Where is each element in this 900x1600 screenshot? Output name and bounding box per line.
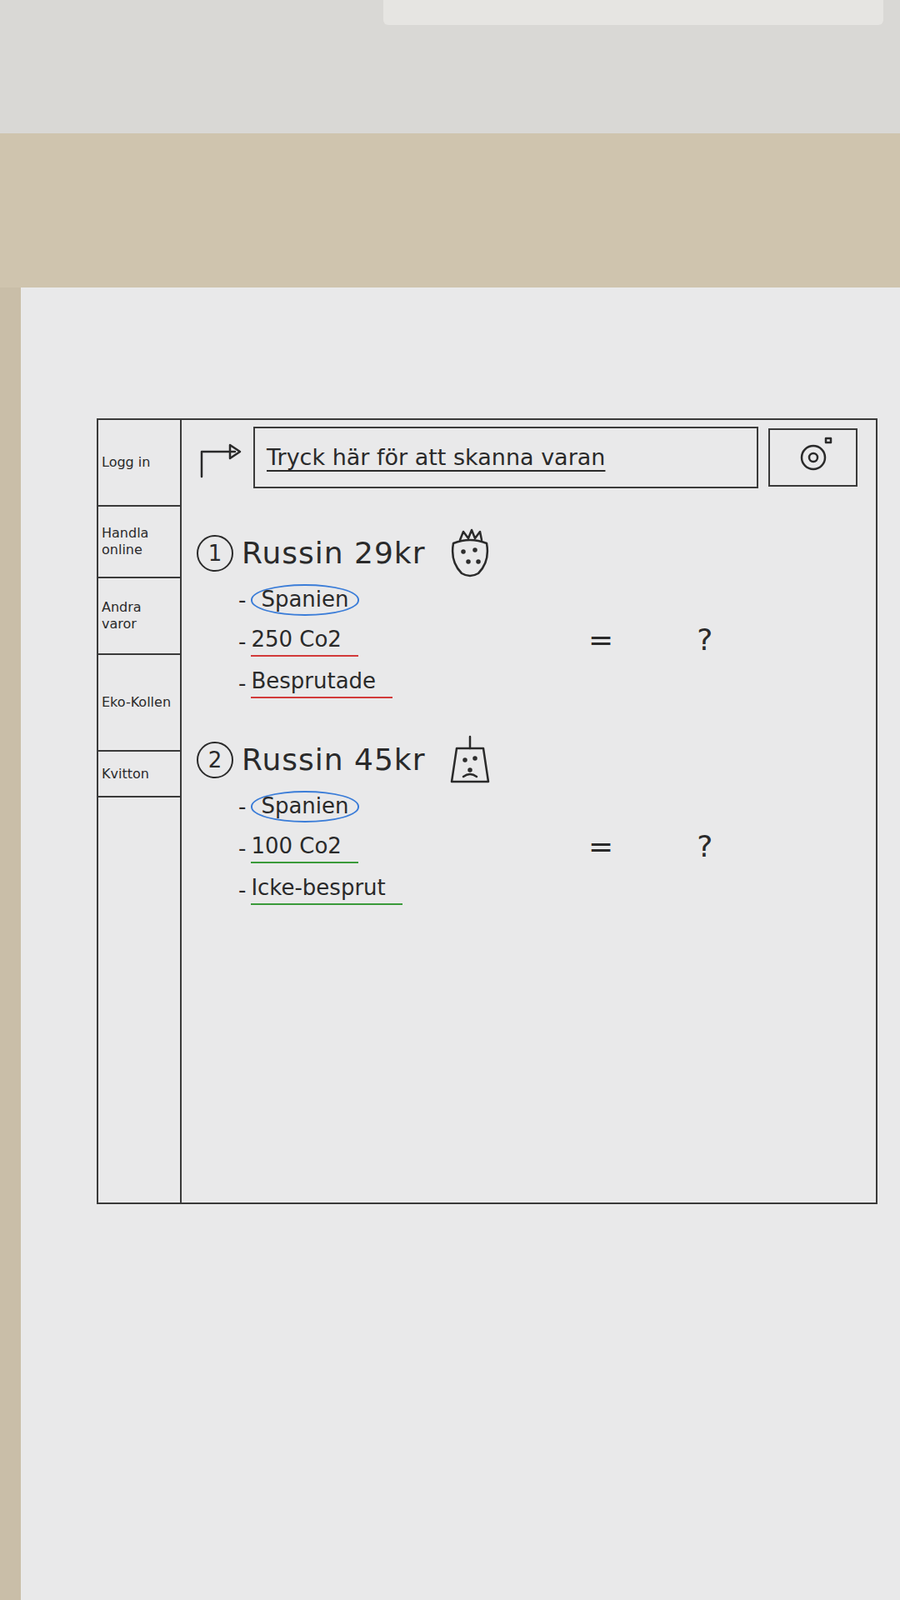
product-title-row: 2Russin 45kr [196, 735, 589, 785]
attribute-mark: Spanien [250, 790, 359, 822]
product-result: =? [588, 617, 713, 663]
attribute-text: Spanien [260, 793, 349, 819]
bag-icon [445, 735, 495, 785]
sidebar-label: Eko-Kollen [101, 694, 171, 711]
product-list: 1Russin 29kr-Spanien-250 Co2-Besprutade=… [196, 528, 876, 909]
product-title: Russin 29kr [241, 535, 425, 571]
trackpad [383, 0, 884, 25]
equals-sign: = [588, 617, 614, 663]
sidebar-label: Kvitton [101, 765, 150, 783]
sidebar-label: Handla online [101, 525, 177, 559]
attribute-row: -250 Co2 [238, 623, 589, 660]
arrow-icon [196, 436, 244, 479]
sidebar-item[interactable]: Andra varor [98, 578, 180, 655]
laptop [0, 0, 900, 134]
product-result: =? [588, 824, 713, 870]
attribute-row: -Spanien [238, 581, 589, 619]
attribute-row: -Spanien [238, 788, 589, 825]
attribute-bullet: - [238, 625, 246, 659]
product-info: 1Russin 29kr-Spanien-250 Co2-Besprutade [196, 528, 589, 702]
result-text: ? [696, 824, 713, 870]
product-number: 1 [196, 535, 234, 572]
attribute-bullet: - [238, 832, 246, 865]
equals-sign: = [588, 824, 614, 870]
scan-button[interactable]: Tryck här för att skanna varan [253, 426, 759, 489]
attribute-bullet: - [238, 874, 246, 907]
attribute-mark: 250 Co2 [250, 626, 359, 656]
sidebar-item[interactable]: Eko-Kollen [98, 655, 180, 752]
attribute-row: -Besprutade [238, 665, 589, 702]
main-area: Tryck här för att skanna varan 1Russin 29… [181, 420, 876, 1203]
attribute-text: 100 Co2 [250, 833, 342, 859]
sidebar-label: Andra varor [101, 599, 177, 633]
product-card[interactable]: 1Russin 29kr-Spanien-250 Co2-Besprutade=… [196, 528, 876, 702]
attribute-list: -Spanien-250 Co2-Besprutade [196, 581, 589, 702]
attribute-text: 250 Co2 [250, 626, 342, 652]
attribute-list: -Spanien-100 Co2-Icke-besprut [196, 788, 589, 909]
product-title-row: 1Russin 29kr [196, 528, 589, 579]
camera-icon [768, 428, 858, 487]
sidebar: Logg in Handla online Andra varor Eko-Kolle… [98, 420, 182, 1203]
product-number: 2 [196, 741, 234, 779]
attribute-mark: Spanien [250, 584, 359, 615]
result-text: ? [696, 617, 713, 663]
sidebar-item[interactable]: Kvitton [98, 751, 180, 798]
product-title: Russin 45kr [241, 741, 425, 778]
attribute-text: Besprutade [250, 668, 376, 694]
app-frame: Logg in Handla online Andra varor Eko-Kolle… [96, 418, 878, 1205]
sidebar-item[interactable]: Handla online [98, 506, 180, 579]
attribute-mark: Besprutade [250, 668, 393, 698]
attribute-bullet: - [238, 584, 246, 617]
attribute-row: -Icke-besprut [238, 871, 589, 909]
paper: Logg in Handla online Andra varor Eko-Kolle… [20, 287, 900, 1600]
attribute-bullet: - [238, 667, 246, 700]
attribute-bullet: - [238, 790, 246, 824]
attribute-mark: 100 Co2 [250, 833, 359, 863]
product-info: 2Russin 45kr-Spanien-100 Co2-Icke-bespru… [196, 735, 589, 909]
header-row: Tryck här för att skanna varan [196, 426, 876, 489]
product-card[interactable]: 2Russin 45kr-Spanien-100 Co2-Icke-bespru… [196, 735, 876, 909]
blanket-edge [0, 287, 21, 1600]
sidebar-label: Logg in [101, 454, 150, 471]
blanket [0, 133, 900, 288]
attribute-text: Icke-besprut [250, 875, 385, 900]
scan-label: Tryck här för att skanna varan [266, 440, 605, 475]
attribute-row: -100 Co2 [238, 830, 589, 867]
sidebar-item[interactable]: Logg in [98, 420, 180, 507]
attribute-mark: Icke-besprut [250, 875, 402, 905]
attribute-text: Spanien [260, 586, 349, 612]
strawberry-icon [445, 528, 495, 579]
